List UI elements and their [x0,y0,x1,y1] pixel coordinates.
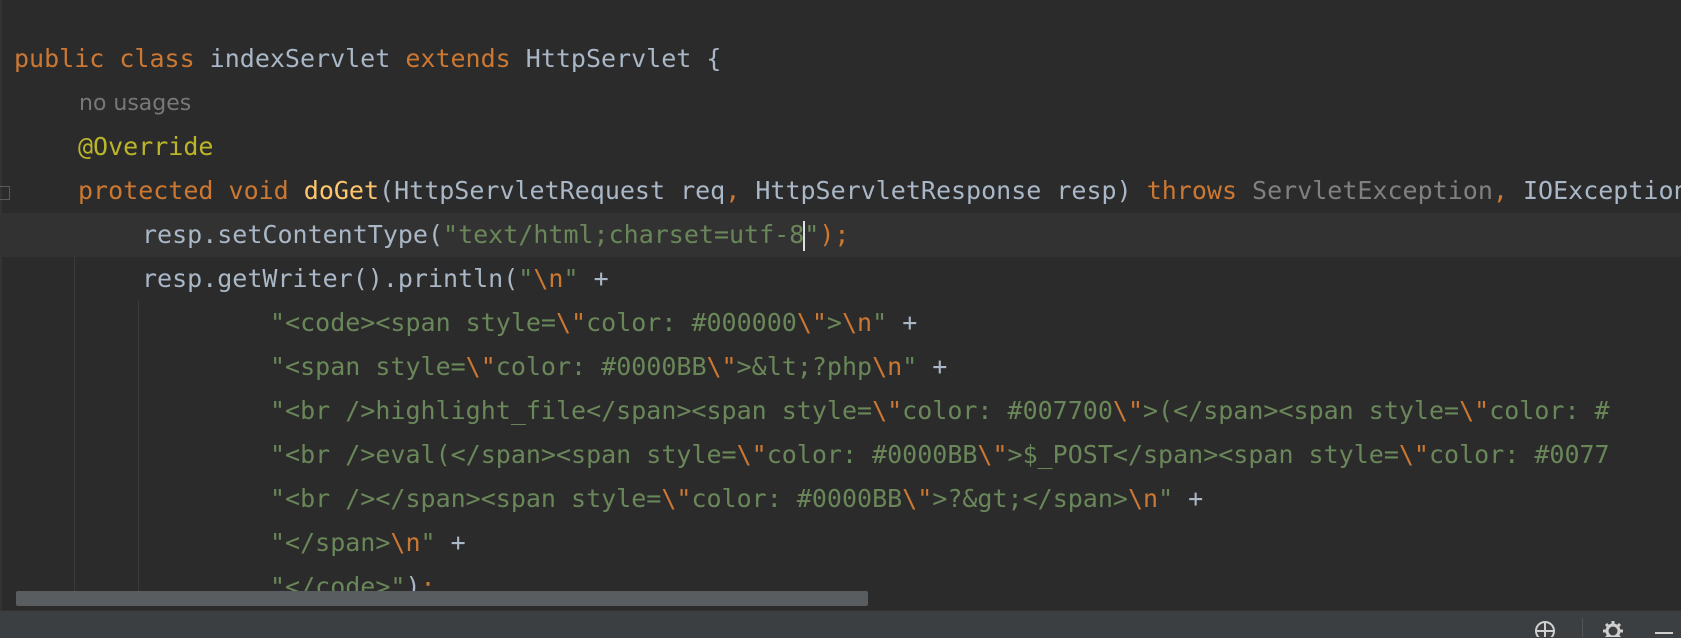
code-token: " [804,220,820,249]
code-token: "<code><span style= [270,308,556,337]
code-token: \" [1459,396,1490,425]
code-line-string-concat[interactable]: "<code><span style=\"color: #000000\">\n… [270,301,917,345]
minimize-icon[interactable] [1654,620,1674,637]
code-token: " [420,528,451,557]
code-line-string-concat[interactable]: "<span style=\"color: #0000BB\">&lt;?php… [270,345,947,389]
code-token: \" [1112,396,1143,425]
status-separator [1582,618,1583,637]
code-token: " [872,308,903,337]
code-token: >&lt;?php [736,352,873,381]
code-token: throws [1146,176,1253,205]
code-token: >$_POST</span><span style= [1007,440,1399,469]
code-token: \" [977,440,1008,469]
code-token: protected [78,176,229,205]
code-token: (HttpServletRequest req [379,176,726,205]
status-bar [0,610,1681,638]
code-token: HttpServletResponse resp) [755,176,1147,205]
code-token: " [518,264,534,293]
code-line-class-declaration[interactable]: public class indexServlet extends HttpSe… [14,37,721,81]
code-token: color: # [1489,396,1610,425]
horizontal-scrollbar-thumb[interactable] [16,591,868,606]
code-token: + [902,308,918,337]
code-token: resp.getWriter().println( [142,264,519,293]
code-token: void [228,176,304,205]
code-line-string-concat[interactable]: "<br /></span><span style=\"color: #0000… [270,477,1203,521]
code-token: \n [841,308,873,337]
code-token: + [1188,484,1204,513]
fold-marker-icon[interactable] [0,186,10,200]
code-line-string-concat[interactable]: "<br />highlight_file</span><span style=… [270,389,1610,433]
gutter-edge [0,0,2,610]
code-token: public [14,44,120,73]
code-token: " [1158,484,1189,513]
code-token: \" [872,396,903,425]
code-token: ServletException [1252,176,1493,205]
code-token: "<br />highlight_file</span><span style= [270,396,873,425]
indent-guide [138,300,139,606]
code-token: extends [405,44,526,73]
code-token: \n [1127,484,1159,513]
code-token: IOException { [1522,176,1681,205]
code-token: HttpServlet { [525,44,722,73]
code-token: "text/html;charset=utf-8 [443,220,805,249]
code-token: color: #0000BB [766,440,978,469]
code-token: \n [872,352,903,381]
code-token: doGet [303,176,380,205]
code-token: ); [819,220,850,249]
code-token: + [450,528,466,557]
code-token: , [1492,176,1523,205]
code-token: + [932,352,948,381]
code-token: resp.setContentType( [142,220,444,249]
settings-icon[interactable] [1602,620,1624,637]
code-token: class [119,44,210,73]
code-token: color: #007700 [902,396,1113,425]
code-line-current[interactable]: resp.setContentType("text/html;charset=u… [0,213,1681,257]
code-token: " [902,352,933,381]
code-token: "</span> [270,528,391,557]
code-line-method-signature[interactable]: protected void doGet(HttpServletRequest … [78,169,1681,213]
code-token: \" [661,484,692,513]
indent-guide [74,236,75,606]
code-token: "<br />eval(</span><span style= [270,440,737,469]
code-token: indexServlet [209,44,406,73]
code-token: color: #0077 [1428,440,1610,469]
code-token: "<span style= [270,352,466,381]
inspections-icon[interactable] [1534,620,1556,637]
code-token: \" [1398,440,1429,469]
code-token: >(</span><span style= [1143,396,1460,425]
code-line-println[interactable]: resp.getWriter().println("\n" + [142,257,609,301]
code-line-string-concat[interactable]: "</span>\n" + [270,521,466,565]
code-token: >?&gt;</span> [932,484,1128,513]
code-token: @Override [78,132,214,161]
code-token: \n [390,528,421,557]
code-token: color: #0000BB [495,352,707,381]
usages-inlay-hint[interactable]: no usages [79,84,191,124]
code-editor[interactable]: public class indexServlet extends HttpSe… [0,0,1681,610]
code-token: \" [555,308,587,337]
code-token: \" [796,308,827,337]
code-line-annotation[interactable]: @Override [78,125,213,169]
code-token: color: #0000BB [691,484,903,513]
code-token: "<br /></span><span style= [270,484,662,513]
code-token: + [593,264,609,293]
code-token: \" [736,440,767,469]
code-token: \" [902,484,933,513]
code-token: \" [465,352,496,381]
code-token: color: #000000 [586,308,797,337]
code-token: " [563,264,594,293]
code-token: \" [706,352,737,381]
code-token: , [725,176,756,205]
code-line-string-concat[interactable]: "<br />eval(</span><span style=\"color: … [270,433,1610,477]
code-token: \n [533,264,564,293]
code-token: > [826,308,842,337]
